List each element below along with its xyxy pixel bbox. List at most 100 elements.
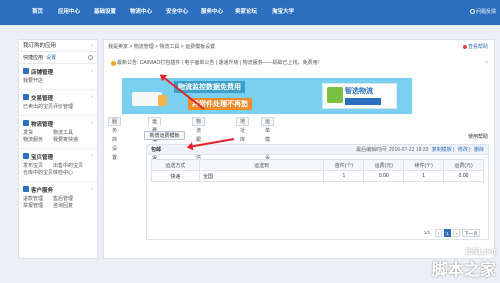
announcement-icon	[111, 61, 116, 66]
sidebar-link[interactable]: 物流工具	[53, 130, 83, 137]
next-page-button[interactable]: 下一页	[462, 229, 480, 237]
freight-table: 运送方式 运送到 首件(个) 运费(元) 续件(个) 运费(元) 快递 全国 1…	[151, 159, 484, 182]
group-title[interactable]: 店铺管理 ›	[23, 68, 93, 76]
notice-text[interactable]: 最新公告: CAINIAO打包插件 | 电子面单公告 | 速递升级 | 物流服务…	[117, 60, 323, 66]
template-name: 包邮	[151, 147, 162, 153]
banner-logo: 智选物流	[322, 83, 397, 109]
chevron-right-icon: ›	[91, 43, 93, 49]
nav-security-center[interactable]: 安全中心	[166, 0, 188, 25]
feedback-label: 问题反馈	[475, 9, 496, 15]
quick-apps-settings-link[interactable]: 设置	[46, 55, 56, 61]
separator: |	[469, 147, 471, 153]
sidebar-link[interactable]: 售后管理	[53, 196, 83, 203]
table-header-row: 运送方式 运送到 首件(个) 运费(元) 续件(个) 运费(元)	[151, 159, 484, 171]
add-freight-template-button[interactable]: 新增运费模板	[144, 131, 185, 140]
nav-app-center[interactable]: 应用中心	[58, 0, 80, 25]
customer-service-icon	[23, 186, 29, 192]
template-header: 包邮 最后编辑时间: 2016-07-22 18:33 复制模板 | 修改 | …	[147, 145, 488, 155]
sidebar-link[interactable]: 我要寄快递	[53, 137, 83, 144]
sidebar-link[interactable]: 举报管理	[23, 203, 53, 210]
sidebar-group-trade: 交易管理 › 已卖出的宝贝评价管理	[19, 90, 97, 116]
quick-apps: 快捷应用 设置	[19, 52, 97, 64]
items-icon	[23, 153, 29, 159]
next-arrow-button[interactable]: ›	[453, 229, 460, 237]
tab-provider-settings[interactable]: 服务商设置	[108, 117, 122, 161]
group-title-text: 交易管理	[31, 96, 54, 102]
banner-cta-button[interactable]	[345, 98, 381, 105]
top-nav: 首页 应用中心 基础设置 物流中心 安全中心 服务中心 卖家论坛 淘宝大学 问题…	[0, 0, 500, 25]
sidebar-link[interactable]: 退款管理	[23, 196, 53, 203]
my-apps-title: 我订购的应用	[23, 43, 57, 49]
trade-icon	[23, 94, 29, 100]
nav-home[interactable]: 首页	[32, 0, 43, 25]
nav-logistics-center[interactable]: 物流中心	[130, 0, 152, 25]
use-help-link[interactable]: 使用帮助	[468, 133, 488, 140]
view-help-label: 查看帮助	[467, 44, 488, 50]
col-extra-item: 续件(个)	[403, 159, 445, 171]
prev-page-button[interactable]: ‹	[435, 229, 442, 237]
current-page[interactable]: 1	[444, 229, 451, 237]
tab-tracking-info[interactable]: 物流跟踪信息	[192, 117, 206, 170]
col-destination: 运送到	[198, 159, 325, 171]
sidebar-link[interactable]: 仓库中的宝贝	[23, 170, 53, 177]
gear-icon[interactable]	[88, 55, 93, 60]
chevron-right-icon: ›	[91, 153, 93, 159]
sidebar-link[interactable]: 咨询回复	[53, 203, 83, 210]
edit-template-link[interactable]: 修改	[458, 147, 468, 153]
sidebar-link[interactable]: 发货	[23, 130, 53, 137]
sidebar-link[interactable]: 评价管理	[53, 104, 83, 111]
watermark: jb51.net 脚本之家	[432, 247, 496, 280]
quick-apps-label: 快捷应用	[23, 55, 44, 61]
promo-banner[interactable]: 物流监控数据免费用 异常件处理不再愁 智选物流	[122, 78, 412, 114]
sidebar-link[interactable]: 体检中心	[53, 170, 83, 177]
cell-extra-fee: 0.00	[443, 170, 484, 182]
watermark-site: jb51.net	[465, 247, 496, 256]
table-row: 快递 全国 1 0.00 1 0.00	[151, 170, 484, 182]
view-help-link[interactable]: 查看帮助	[462, 43, 488, 50]
sidebar-group-shop: 店铺管理 › 我要开店	[19, 64, 97, 90]
group-title-text: 店铺管理	[31, 70, 54, 76]
group-title-text: 物流管理	[31, 122, 54, 128]
close-icon[interactable]: ×	[485, 59, 488, 68]
group-title-text: 宝贝管理	[31, 155, 54, 161]
tab-waybill-template[interactable]: 运单模板设置	[261, 117, 275, 170]
shop-icon	[23, 68, 29, 74]
logistics-icon	[23, 120, 29, 126]
group-title[interactable]: 物流管理 ›	[23, 120, 93, 128]
tab-freight-template[interactable]: 运费模板设置	[148, 117, 162, 170]
chevron-right-icon: ›	[91, 94, 93, 100]
sidebar-link[interactable]: 发布宝贝	[23, 163, 53, 170]
group-title[interactable]: 宝贝管理 ›	[23, 153, 93, 161]
nav-seller-forum[interactable]: 卖家论坛	[235, 0, 257, 25]
sidebar-link[interactable]: 已卖出的宝贝	[23, 104, 53, 111]
nav-basic-settings[interactable]: 基础设置	[94, 0, 116, 25]
sidebar-link[interactable]: 出售中的宝贝	[53, 163, 83, 170]
tab-address-book[interactable]: 地址库	[236, 117, 250, 143]
sidebar: 我订购的应用 › 快捷应用 设置 店铺管理 › 我要开店 交易管理 › 已卖出的宝贝评…	[18, 39, 98, 259]
group-title[interactable]: 客户服务 ›	[23, 186, 93, 194]
sidebar-link[interactable]: 物流服务	[23, 137, 53, 144]
copy-template-link[interactable]: 复制模板	[432, 147, 452, 153]
group-title[interactable]: 交易管理 ›	[23, 94, 93, 102]
cell-extra-item: 1	[403, 170, 445, 182]
breadcrumb: 我是卖家 > 物流管理 > 物流工具 > 运费模板设置	[108, 44, 216, 50]
sidebar-group-items: 宝贝管理 › 发布宝贝 出售中的宝贝仓库中的宝贝体检中心	[19, 149, 97, 182]
sidebar-link[interactable]: 我要开店	[23, 78, 53, 85]
sidebar-group-service: 客户服务 › 退款管理 售后管理举报管理 咨询回复	[19, 182, 97, 214]
template-updated: 最后编辑时间: 2016-07-22 18:33	[356, 147, 429, 153]
feedback-link[interactable]: 问题反馈	[469, 0, 496, 25]
banner-line-1: 物流监控数据免费用	[174, 81, 245, 93]
col-shipping-method: 运送方式	[151, 159, 200, 171]
template-meta: 最后编辑时间: 2016-07-22 18:33 复制模板 | 修改 | 删除	[356, 145, 484, 155]
help-icon	[462, 44, 467, 49]
cell-shipping-method: 快递	[151, 170, 200, 182]
separator: |	[453, 147, 455, 153]
page-count: 1/1	[423, 230, 431, 235]
nav-service-center[interactable]: 服务中心	[201, 0, 223, 25]
delete-template-link[interactable]: 删除	[474, 147, 484, 153]
nav-taobao-university[interactable]: 淘宝大学	[272, 0, 294, 25]
my-apps-header[interactable]: 我订购的应用 ›	[19, 40, 97, 52]
sidebar-group-logistics: 物流管理 › 发货 物流工具物流服务 我要寄快递	[19, 116, 97, 149]
cell-destination: 全国	[198, 170, 325, 182]
group-title-text: 客户服务	[31, 188, 54, 194]
